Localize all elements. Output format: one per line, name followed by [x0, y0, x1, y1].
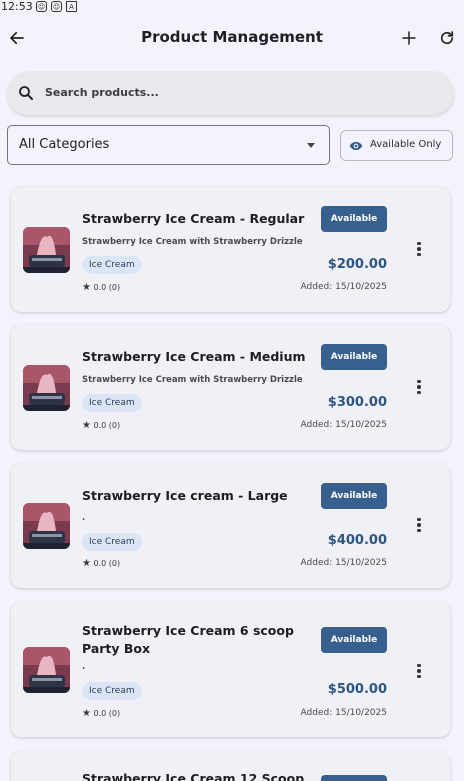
product-name: Strawberry Ice Cream - Regular: [82, 211, 305, 226]
status-badge: [321, 775, 387, 781]
page-title: Product Management: [141, 28, 323, 46]
added-date: Added: 15/10/2025: [300, 708, 387, 718]
status-badge: Available: [321, 627, 387, 653]
status-time: 12:53: [1, 0, 33, 13]
added-date: Added: 15/10/2025: [300, 420, 387, 430]
refresh-icon: [440, 31, 454, 45]
product-card[interactable]: Strawberry Ice Cream - Regular Available…: [11, 187, 450, 312]
rating-value: 0.0 (0): [93, 283, 121, 292]
star-icon: ★: [82, 282, 91, 293]
status-icons: ☺ ☺ A: [36, 1, 77, 12]
product-thumbnail: [23, 647, 70, 693]
more-vert-icon[interactable]: [411, 378, 427, 396]
product-card[interactable]: Strawberry Ice Cream - Medium Available …: [11, 325, 450, 450]
category-chip: Ice Cream: [82, 682, 142, 700]
category-chip: Ice Cream: [82, 533, 142, 551]
product-price: $400.00: [327, 533, 387, 548]
product-rating: ★ 0.0 (0): [82, 420, 120, 431]
refresh-button[interactable]: [435, 26, 459, 50]
more-vert-icon[interactable]: [411, 516, 427, 534]
category-select[interactable]: All Categories: [7, 125, 330, 165]
available-only-filter[interactable]: Available Only: [340, 130, 453, 161]
product-thumbnail: [23, 365, 70, 411]
product-description: .: [82, 662, 86, 672]
status-badge: Available: [321, 344, 387, 370]
available-only-label: Available Only: [370, 139, 442, 150]
product-description: Strawberry Ice Cream with Strawberry Dri…: [82, 375, 303, 385]
app-bar: Product Management: [0, 20, 464, 60]
notification-icon: A: [66, 1, 77, 12]
notification-icon: ☺: [36, 1, 47, 12]
search-placeholder: Search products...: [45, 86, 159, 99]
star-icon: ★: [82, 558, 91, 569]
category-select-value: All Categories: [19, 137, 110, 152]
search-icon: [19, 86, 33, 100]
status-bar: 12:53 ☺ ☺ A: [0, 0, 464, 14]
eye-icon: [349, 141, 363, 151]
notification-icon: ☺: [51, 1, 62, 12]
rating-value: 0.0 (0): [93, 421, 121, 430]
more-vert-icon[interactable]: [411, 240, 427, 258]
search-input[interactable]: Search products...: [7, 71, 454, 115]
product-rating: ★ 0.0 (0): [82, 558, 120, 569]
product-name: Strawberry Ice Cream 6 scoop Party Box: [82, 623, 294, 656]
product-description: .: [82, 513, 86, 523]
category-chip: Ice Cream: [82, 256, 142, 274]
product-card[interactable]: Strawberry Ice Cream 12 Scoop Party: [11, 751, 450, 781]
product-name: Strawberry Ice Cream - Medium: [82, 349, 306, 364]
product-price: $200.00: [327, 257, 387, 272]
added-date: Added: 15/10/2025: [300, 558, 387, 568]
add-product-button[interactable]: [397, 26, 421, 50]
product-description: Strawberry Ice Cream with Strawberry Dri…: [82, 237, 303, 247]
status-badge: Available: [321, 206, 387, 232]
caret-down-icon: [307, 143, 315, 148]
product-price: $300.00: [327, 395, 387, 410]
product-thumbnail: [23, 503, 70, 549]
product-thumbnail: [23, 227, 70, 273]
product-name: Strawberry Ice Cream 12 Scoop Party: [82, 771, 305, 781]
product-price: $500.00: [327, 682, 387, 697]
rating-value: 0.0 (0): [93, 559, 121, 568]
plus-icon: [402, 31, 416, 45]
rating-value: 0.0 (0): [93, 709, 121, 718]
status-badge: Available: [321, 483, 387, 509]
star-icon: ★: [82, 708, 91, 719]
added-date: Added: 15/10/2025: [300, 282, 387, 292]
product-card[interactable]: Strawberry Ice Cream 6 scoop Party Box A…: [11, 602, 450, 737]
product-card[interactable]: Strawberry Ice cream - Large Available .…: [11, 463, 450, 588]
category-chip: Ice Cream: [82, 394, 142, 412]
star-icon: ★: [82, 420, 91, 431]
product-name: Strawberry Ice cream - Large: [82, 488, 288, 503]
product-rating: ★ 0.0 (0): [82, 708, 120, 719]
more-vert-icon[interactable]: [411, 662, 427, 680]
product-rating: ★ 0.0 (0): [82, 282, 120, 293]
